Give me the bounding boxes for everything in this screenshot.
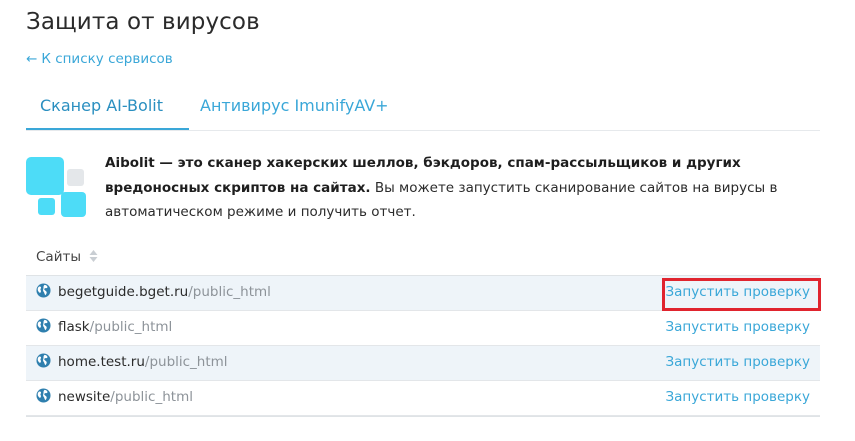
tabs-bar: Сканер AI-Bolit Антивирус ImunifyAV+ xyxy=(26,84,820,131)
site-name: home.test.ru/public_html xyxy=(36,353,228,370)
site-name: newsite/public_html xyxy=(36,388,193,405)
globe-icon xyxy=(36,353,51,368)
run-scan-button[interactable]: Запустить проверку xyxy=(665,354,810,370)
tab-ai-bolit[interactable]: Сканер AI-Bolit xyxy=(40,96,163,115)
back-to-services-link[interactable]: ← К списку сервисов xyxy=(26,51,173,67)
run-scan-button[interactable]: Запустить проверку xyxy=(665,284,810,300)
globe-icon xyxy=(36,318,51,333)
site-path: /public_html xyxy=(89,319,173,335)
table-row: newsite/public_html Запустить проверку xyxy=(26,381,820,416)
site-host: newsite xyxy=(58,389,111,405)
run-scan-button[interactable]: Запустить проверку xyxy=(665,389,810,405)
site-host: begetguide.bget.ru xyxy=(58,284,189,300)
table-header: Сайты xyxy=(26,243,820,276)
table-row: begetguide.bget.ru/public_html Запустить… xyxy=(26,276,820,311)
aibolit-logo-icon xyxy=(26,157,90,221)
column-sites[interactable]: Сайты xyxy=(36,249,98,265)
site-path: /public_html xyxy=(188,284,271,300)
service-description: Aibolit — это сканер хакерских шеллов, б… xyxy=(105,151,825,225)
globe-icon xyxy=(36,388,51,403)
globe-icon xyxy=(36,283,51,298)
tab-imunifyav[interactable]: Антивирус ImunifyAV+ xyxy=(200,96,389,115)
site-name: flask/public_html xyxy=(36,318,173,335)
back-arrow-icon: ← xyxy=(26,51,38,67)
column-sites-label: Сайты xyxy=(36,249,81,265)
site-host: flask xyxy=(58,319,90,335)
page-title: Защита от вирусов xyxy=(26,9,260,35)
table-row: home.test.ru/public_html Запустить прове… xyxy=(26,346,820,381)
site-host: home.test.ru xyxy=(58,354,145,370)
site-name: begetguide.bget.ru/public_html xyxy=(36,283,271,300)
back-link-label: К списку сервисов xyxy=(41,51,173,67)
table-row: flask/public_html Запустить проверку xyxy=(26,311,820,346)
active-tab-indicator xyxy=(26,128,189,130)
site-path: /public_html xyxy=(144,354,228,370)
run-scan-button[interactable]: Запустить проверку xyxy=(665,319,810,335)
site-path: /public_html xyxy=(110,389,193,405)
sites-table: Сайты begetguide.bget.ru/public_html Зап… xyxy=(26,243,820,417)
sort-icon[interactable] xyxy=(89,249,98,263)
